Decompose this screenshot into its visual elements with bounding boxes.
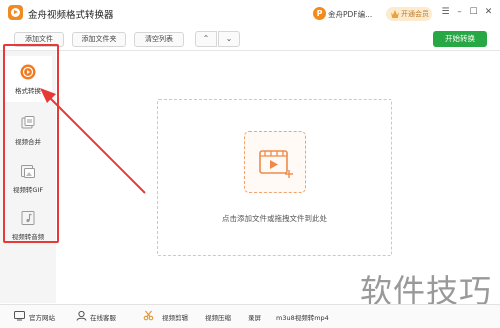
annotation-highlight-box [3, 44, 59, 243]
add-video-icon [244, 131, 306, 193]
drop-hint-text: 点击添加文件或拖拽文件到此处 [222, 214, 327, 223]
official-website-link[interactable]: 官方网站 [29, 312, 55, 322]
online-support-link[interactable]: 在线客服 [90, 312, 116, 322]
bottom-bar: 官方网站 在线客服 视频剪辑 视频压缩 录屏 m3u8视频转mp4 [0, 304, 500, 328]
move-down-button[interactable]: ⌄ [218, 31, 240, 47]
menu-icon[interactable]: ☰ [440, 7, 451, 18]
title-bar: 金舟视频格式转换器 P 金舟PDF编... 开通会员 ☰ – ☐ ✕ [0, 0, 500, 28]
support-icon [76, 310, 87, 321]
pdf-app-logo-icon[interactable]: P [313, 7, 326, 20]
start-convert-button[interactable]: 开始转换 [433, 31, 487, 47]
pdf-app-link[interactable]: 金舟PDF编... [328, 9, 372, 20]
restore-button[interactable]: ☐ [468, 7, 479, 18]
crown-icon [391, 10, 399, 18]
video-clip-link[interactable]: 视频剪辑 [162, 312, 188, 322]
file-drop-zone[interactable]: 点击添加文件或拖拽文件到此处 [157, 99, 392, 256]
app-title: 金舟视频格式转换器 [28, 10, 114, 21]
clear-list-button[interactable]: 清空列表 [134, 32, 184, 47]
video-compress-link[interactable]: 视频压缩 [205, 312, 231, 322]
screen-record-link[interactable]: 录屏 [248, 312, 261, 322]
watermark: 软件技巧 [352, 262, 500, 310]
minimize-button[interactable]: – [454, 7, 465, 18]
add-folder-button[interactable]: 添加文件夹 [72, 32, 126, 47]
toolbar: 添加文件 添加文件夹 清空列表 ⌃ ⌄ 开始转换 [0, 29, 500, 49]
app-logo-icon [8, 5, 23, 20]
move-up-button[interactable]: ⌃ [195, 31, 217, 47]
close-button[interactable]: ✕ [483, 7, 494, 18]
scissors-icon [143, 310, 154, 321]
video-add-icon [259, 150, 293, 178]
m3u8-to-mp4-link[interactable]: m3u8视频转mp4 [276, 312, 329, 322]
vip-label: 开通会员 [401, 10, 429, 18]
website-icon [14, 311, 25, 321]
toolbar-divider [0, 50, 500, 51]
vip-button[interactable]: 开通会员 [386, 7, 432, 21]
